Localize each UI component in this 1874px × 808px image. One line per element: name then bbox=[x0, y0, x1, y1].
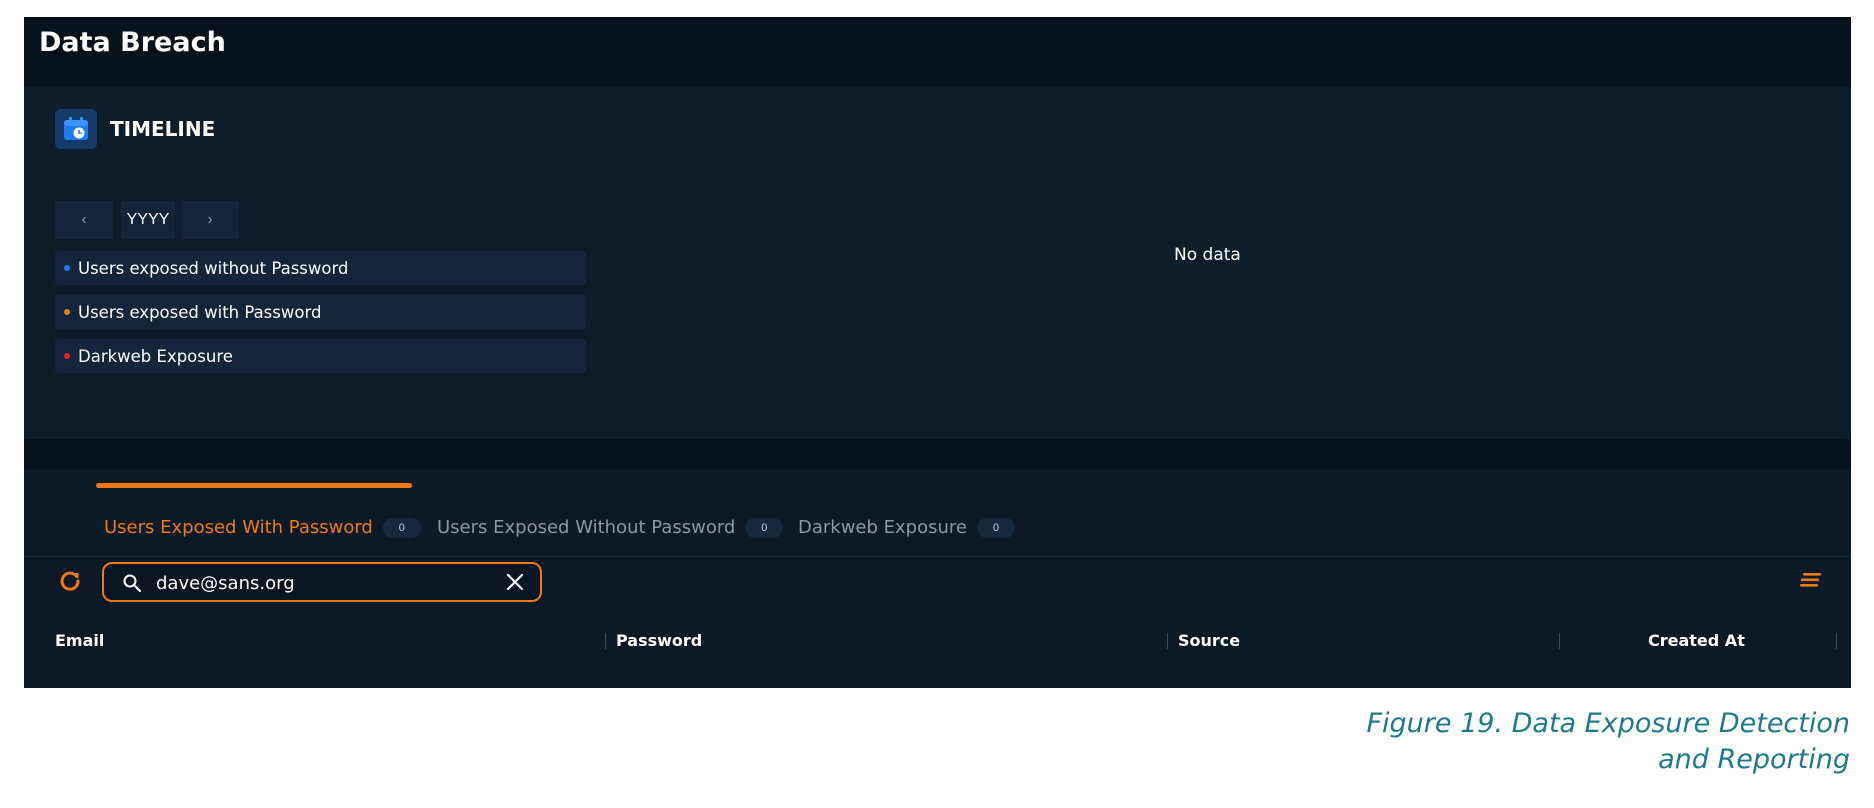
caption-line-1: Figure 19. Data Exposure Detection bbox=[1366, 708, 1850, 739]
chevron-right-icon: › bbox=[207, 211, 213, 228]
refresh-icon[interactable] bbox=[57, 568, 83, 594]
count-badge: 0 bbox=[977, 517, 1015, 538]
year-prev-button[interactable]: ‹ bbox=[55, 201, 113, 239]
section-divider bbox=[24, 439, 1851, 469]
tab-users-exposed-without-password[interactable]: Users Exposed Without Password 0 bbox=[437, 517, 784, 538]
legend-label: Darkweb Exposure bbox=[78, 346, 233, 366]
count-badge: 0 bbox=[382, 517, 421, 538]
legend-dot bbox=[64, 353, 70, 359]
search-icon bbox=[122, 573, 142, 598]
exposure-tabs: Users Exposed With Password 0 Users Expo… bbox=[24, 469, 1851, 557]
table-header: Email Password Source Created At bbox=[24, 621, 1851, 659]
legend-dot bbox=[64, 309, 70, 315]
legend-dot bbox=[64, 265, 70, 271]
legend-item-darkweb[interactable]: Darkweb Exposure bbox=[55, 339, 586, 373]
data-breach-window: Data Breach TIMELINE ‹ YYYY › Users expo… bbox=[24, 17, 1851, 688]
search-input[interactable] bbox=[156, 570, 486, 596]
year-selector[interactable]: YYYY bbox=[121, 201, 175, 239]
columns-menu-icon[interactable] bbox=[1800, 571, 1822, 594]
timeline-title: TIMELINE bbox=[110, 117, 216, 141]
column-resizer[interactable] bbox=[1167, 633, 1168, 649]
search-box[interactable] bbox=[102, 562, 542, 602]
header-bar: Data Breach bbox=[24, 17, 1851, 87]
tab-label: Users Exposed With Password bbox=[104, 517, 373, 538]
caption-line-2: and Reporting bbox=[1658, 744, 1850, 775]
column-header-created-at[interactable]: Created At bbox=[1648, 631, 1745, 650]
page-title: Data Breach bbox=[39, 27, 226, 58]
column-header-email[interactable]: Email bbox=[55, 631, 104, 650]
figure-caption: Figure 19. Data Exposure Detection and R… bbox=[1330, 706, 1850, 778]
close-icon[interactable] bbox=[506, 573, 524, 596]
count-badge: 0 bbox=[745, 517, 784, 538]
column-resizer[interactable] bbox=[1559, 633, 1560, 649]
tab-users-exposed-with-password[interactable]: Users Exposed With Password 0 bbox=[104, 517, 421, 538]
timeline-panel: TIMELINE ‹ YYYY › Users exposed without … bbox=[24, 87, 1851, 439]
tab-darkweb-exposure[interactable]: Darkweb Exposure 0 bbox=[798, 517, 1015, 538]
column-resizer[interactable] bbox=[1836, 633, 1837, 649]
tab-label: Users Exposed Without Password bbox=[437, 517, 736, 538]
legend-label: Users exposed without Password bbox=[78, 258, 349, 278]
active-tab-indicator bbox=[96, 483, 412, 488]
legend-item-with-password[interactable]: Users exposed with Password bbox=[55, 295, 586, 329]
year-next-button[interactable]: › bbox=[181, 201, 239, 239]
column-header-password[interactable]: Password bbox=[616, 631, 702, 650]
calendar-clock-icon bbox=[55, 109, 97, 149]
legend-item-without-password[interactable]: Users exposed without Password bbox=[55, 251, 586, 285]
column-resizer[interactable] bbox=[605, 633, 606, 649]
chevron-left-icon: ‹ bbox=[81, 211, 87, 228]
legend-label: Users exposed with Password bbox=[78, 302, 322, 322]
no-data-message: No data bbox=[1174, 245, 1241, 265]
tab-label: Darkweb Exposure bbox=[798, 517, 967, 538]
column-header-source[interactable]: Source bbox=[1178, 631, 1240, 650]
